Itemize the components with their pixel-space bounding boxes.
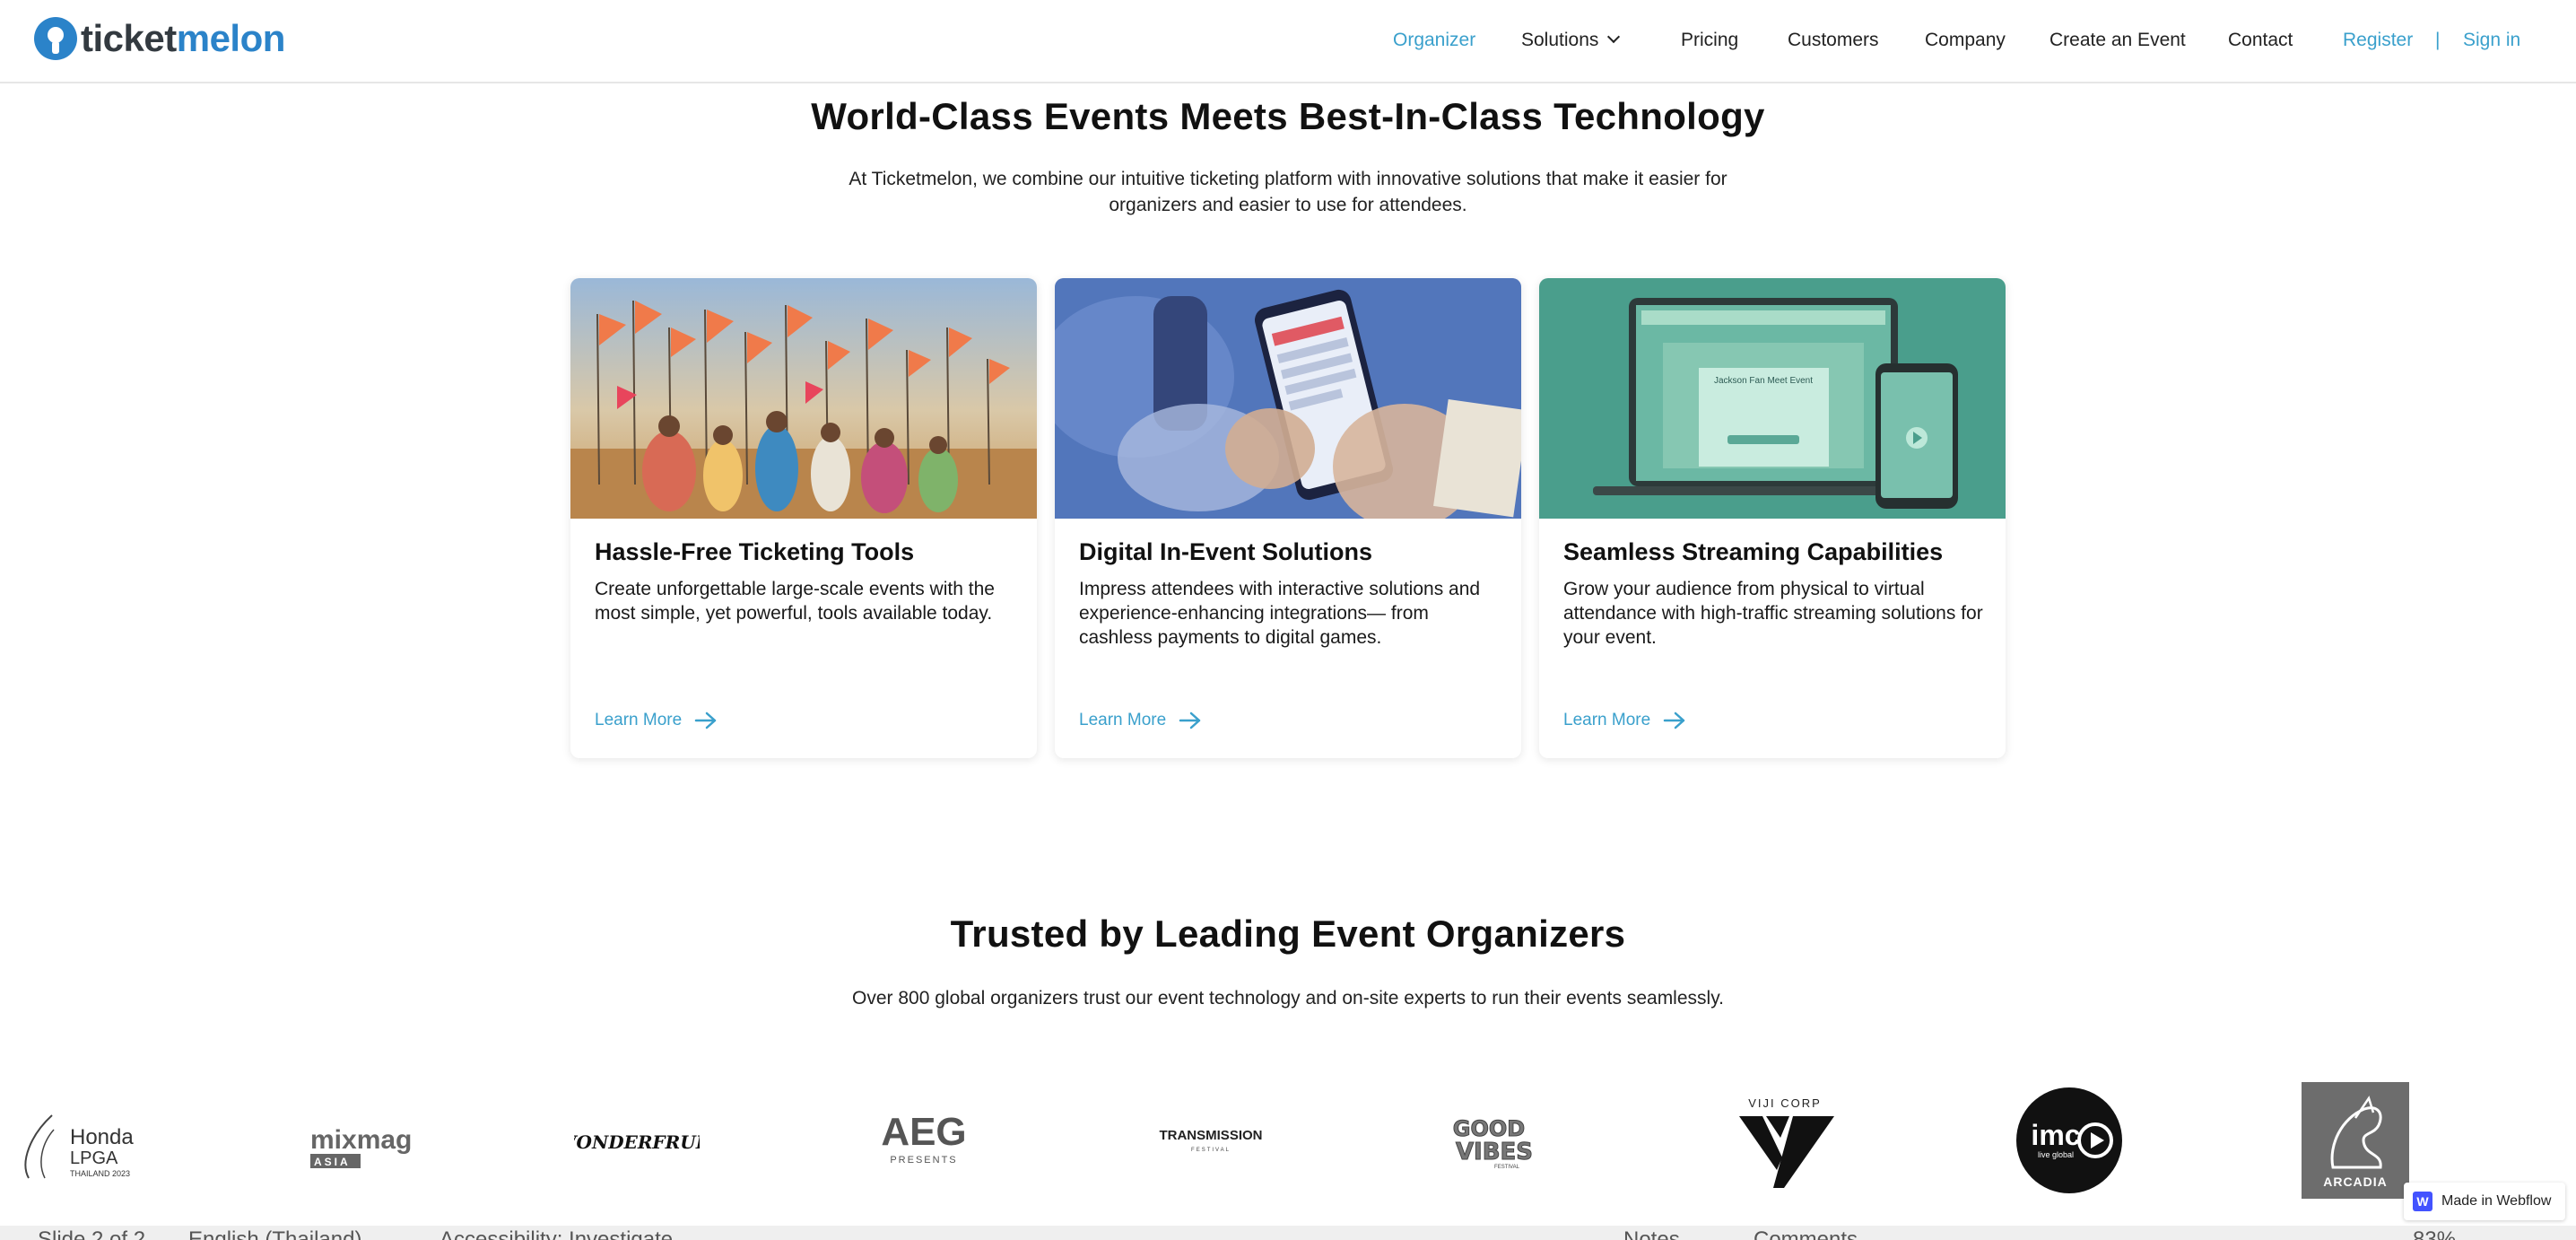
section-title-technology: World-Class Events Meets Best-In-Class T… bbox=[811, 95, 1765, 137]
svg-text:Honda: Honda bbox=[70, 1125, 134, 1149]
svg-text:mixmag: mixmag bbox=[310, 1125, 412, 1155]
mixmag-asia-logo: mixmag ASIA bbox=[305, 1120, 431, 1174]
svg-text:imc: imc bbox=[2031, 1119, 2080, 1151]
nav-item-create-event[interactable]: Create an Event bbox=[2049, 0, 2186, 81]
made-in-webflow-badge[interactable]: W Made in Webflow bbox=[2404, 1183, 2565, 1220]
status-bar-overlay: Slide 2 of 2 English (Thailand) Accessib… bbox=[0, 1226, 2576, 1240]
learn-more-link[interactable]: Learn More bbox=[595, 707, 718, 734]
signin-link[interactable]: Sign in bbox=[2463, 0, 2520, 81]
subtitle-line-2: organizers and easier to use for attende… bbox=[1109, 195, 1467, 215]
learn-more-label: Learn More bbox=[1563, 711, 1651, 729]
arrow-right-icon bbox=[694, 712, 717, 729]
svg-text:WONDERFRUIT: WONDERFRUIT bbox=[574, 1131, 700, 1153]
section-subtitle-technology: At Ticketmelon, we combine our intuitive… bbox=[0, 166, 2576, 218]
webflow-badge-label: Made in Webflow bbox=[2441, 1193, 2552, 1209]
section-subtitle-trusted: Over 800 global organizers trust our eve… bbox=[852, 988, 1724, 1009]
svg-text:ARCADIA: ARCADIA bbox=[2323, 1175, 2388, 1189]
nav-item-solutions[interactable]: Solutions bbox=[1521, 0, 1621, 81]
nav-item-solutions-label: Solutions bbox=[1521, 30, 1599, 50]
svg-text:ASIA: ASIA bbox=[314, 1156, 351, 1168]
nav-item-customers[interactable]: Customers bbox=[1788, 0, 1879, 81]
svg-text:LPGA: LPGA bbox=[70, 1148, 118, 1168]
svg-text:live global: live global bbox=[2038, 1150, 2074, 1159]
svg-text:VIBES: VIBES bbox=[1456, 1139, 1533, 1166]
learn-more-label: Learn More bbox=[595, 711, 683, 729]
chevron-down-icon bbox=[1607, 30, 1621, 44]
feature-card-ticketing: Hassle-Free Ticketing Tools Create unfor… bbox=[570, 278, 1037, 758]
ticketmelon-logo[interactable]: ticketmelon bbox=[34, 16, 285, 61]
svg-text:VIJI CORP: VIJI CORP bbox=[1748, 1096, 1822, 1110]
feature-card-streaming: Jackson Fan Meet Event Seamless Streamin… bbox=[1539, 278, 2006, 758]
status-accessibility: Accessibility: Investigate bbox=[439, 1227, 674, 1240]
learn-more-link[interactable]: Learn More bbox=[1079, 707, 1202, 734]
status-slide-count: Slide 2 of 2 bbox=[38, 1227, 146, 1240]
register-link[interactable]: Register bbox=[2343, 0, 2413, 81]
subtitle-line-1: At Ticketmelon, we combine our intuitive… bbox=[849, 169, 1727, 189]
learn-more-label: Learn More bbox=[1079, 711, 1167, 729]
streaming-devices-image: Jackson Fan Meet Event bbox=[1539, 278, 2006, 519]
svg-text:GOOD: GOOD bbox=[1453, 1116, 1525, 1141]
festival-photo bbox=[570, 278, 1037, 519]
good-vibes-logo: GOOD VIBES FESTIVAL bbox=[1435, 1109, 1552, 1172]
svg-text:FESTIVAL: FESTIVAL bbox=[1191, 1148, 1231, 1153]
honda-lpga-logo: Honda LPGA THAILAND 2023 bbox=[18, 1108, 152, 1184]
webflow-icon: W bbox=[2413, 1192, 2432, 1211]
screen-event-title: Jackson Fan Meet Event bbox=[1714, 376, 1813, 386]
nav-item-company[interactable]: Company bbox=[1925, 0, 2006, 81]
status-language: English (Thailand) bbox=[188, 1227, 362, 1240]
phone-payment-photo bbox=[1055, 278, 1521, 519]
feature-card-in-event: Digital In-Event Solutions Impress atten… bbox=[1055, 278, 1521, 758]
arrow-right-icon bbox=[1663, 712, 1685, 729]
card-description: Grow your audience from physical to virt… bbox=[1563, 579, 1983, 648]
status-comments[interactable]: Comments bbox=[1754, 1227, 1858, 1240]
nav-item-contact[interactable]: Contact bbox=[2228, 0, 2293, 81]
card-title: Seamless Streaming Capabilities bbox=[1563, 538, 1944, 565]
section-title-trusted: Trusted by Leading Event Organizers bbox=[950, 913, 1626, 955]
wonderfruit-logo: WONDERFRUIT bbox=[574, 1122, 700, 1159]
status-notes[interactable]: Notes bbox=[1623, 1227, 1680, 1240]
learn-more-link[interactable]: Learn More bbox=[1563, 707, 1686, 734]
transmission-logo: TRANSMISSION FESTIVAL bbox=[1153, 1123, 1269, 1156]
card-title: Hassle-Free Ticketing Tools bbox=[595, 538, 915, 565]
status-zoom[interactable]: 83% bbox=[2413, 1227, 2456, 1240]
ticketmelon-logo-icon bbox=[34, 17, 77, 60]
svg-text:THAILAND 2023: THAILAND 2023 bbox=[70, 1169, 130, 1178]
svg-text:TRANSMISSION: TRANSMISSION bbox=[1159, 1128, 1262, 1143]
arcadia-logo: ARCADIA bbox=[2302, 1082, 2409, 1199]
logo-text-ticket: ticket bbox=[81, 17, 177, 59]
viji-corp-logo: VIJI CORP bbox=[1727, 1095, 1843, 1193]
top-navigation: ticketmelon Organizer Solutions Pricing … bbox=[0, 0, 2576, 83]
logo-text-melon: melon bbox=[176, 17, 286, 59]
svg-text:FESTIVAL: FESTIVAL bbox=[1494, 1165, 1520, 1170]
nav-item-organizer[interactable]: Organizer bbox=[1393, 0, 1475, 81]
card-title: Digital In-Event Solutions bbox=[1079, 538, 1373, 565]
aeg-presents-logo: AEG PRESENTS bbox=[861, 1111, 987, 1170]
arrow-right-icon bbox=[1179, 712, 1201, 729]
nav-item-pricing[interactable]: Pricing bbox=[1681, 0, 1738, 81]
imc-live-global-logo: imc live global bbox=[2015, 1086, 2124, 1195]
svg-text:PRESENTS: PRESENTS bbox=[890, 1155, 957, 1166]
card-description: Create unforgettable large-scale events … bbox=[595, 579, 995, 624]
svg-text:AEG: AEG bbox=[881, 1111, 966, 1154]
card-description: Impress attendees with interactive solut… bbox=[1079, 579, 1481, 648]
nav-separator: | bbox=[2435, 30, 2441, 50]
